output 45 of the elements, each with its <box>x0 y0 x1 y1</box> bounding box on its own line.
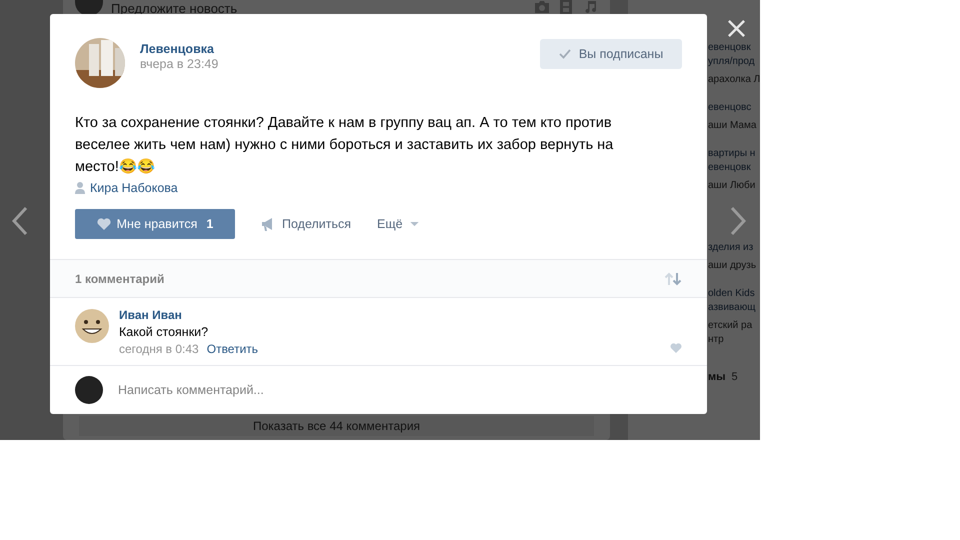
group-subtitle: нтр <box>708 333 725 347</box>
checkmark-icon <box>558 49 571 59</box>
group-subtitle: аши Люби <box>708 179 756 193</box>
user-avatar-placeholder <box>75 376 103 404</box>
heart-icon[interactable] <box>670 343 682 353</box>
more-button[interactable]: Ещё <box>377 217 419 231</box>
author-link[interactable]: Кира Набокова <box>90 181 178 195</box>
group-title[interactable]: вартиры н <box>708 147 760 161</box>
comment-time: сегодня в 0:43 <box>119 342 199 356</box>
group-title[interactable]: olden Kids <box>708 287 760 301</box>
share-button[interactable]: Поделиться <box>261 217 352 231</box>
heart-icon <box>96 218 111 230</box>
megaphone-icon <box>261 217 275 231</box>
group-name-link[interactable]: Левенцовка <box>140 42 540 56</box>
group-subtitle: аши друзь <box>708 259 758 273</box>
group-title[interactable]: евенцовс <box>708 101 760 115</box>
close-icon[interactable] <box>727 19 746 38</box>
person-icon <box>75 182 85 194</box>
film-icon[interactable] <box>558 0 574 14</box>
group-title[interactable]: азвивающ <box>708 301 760 315</box>
group-title[interactable]: зделия из <box>708 241 760 255</box>
group-subtitle: аши Мама <box>708 119 758 133</box>
group-avatar-drawing[interactable] <box>75 38 125 88</box>
chevron-left-icon[interactable] <box>12 206 28 236</box>
post-time: вчера в 23:49 <box>140 57 220 71</box>
reply-link[interactable]: Ответить <box>206 342 258 356</box>
comment-text: Какой стоянки? <box>119 325 210 339</box>
show-all-comments-button[interactable]: Показать все 44 комментария <box>79 416 594 436</box>
commenter-name-link[interactable]: Иван Иван <box>119 308 670 322</box>
caret-icon <box>410 222 419 226</box>
group-subtitle: арахолка Л <box>708 73 760 87</box>
post-text: Кто за сохранение стоянки? Давайте к нам в группу вац ап. А то тем кто против веселее жить чем нам) нужно с ними бороться и заставить их забор вернуть на место!😂😂 <box>75 114 614 177</box>
like-button[interactable]: Мне нравится 1 <box>75 209 235 239</box>
comment-count: 1 комментарий <box>75 272 164 286</box>
section-count: 5 <box>732 371 738 383</box>
group-subtitle: етский ра <box>708 319 754 333</box>
group-title[interactable]: упля/прод <box>708 55 760 69</box>
group-title[interactable]: евенцовк <box>708 161 760 175</box>
sort-arrows-icon[interactable] <box>664 272 682 286</box>
group-title[interactable]: евенцовк <box>708 41 760 55</box>
section-title: мы <box>708 371 726 383</box>
chevron-right-icon[interactable] <box>730 206 746 236</box>
camera-icon[interactable] <box>534 0 550 14</box>
subscribed-button[interactable]: Вы подписаны <box>540 39 682 69</box>
news-input-field[interactable]: Предложите новость <box>111 0 526 16</box>
